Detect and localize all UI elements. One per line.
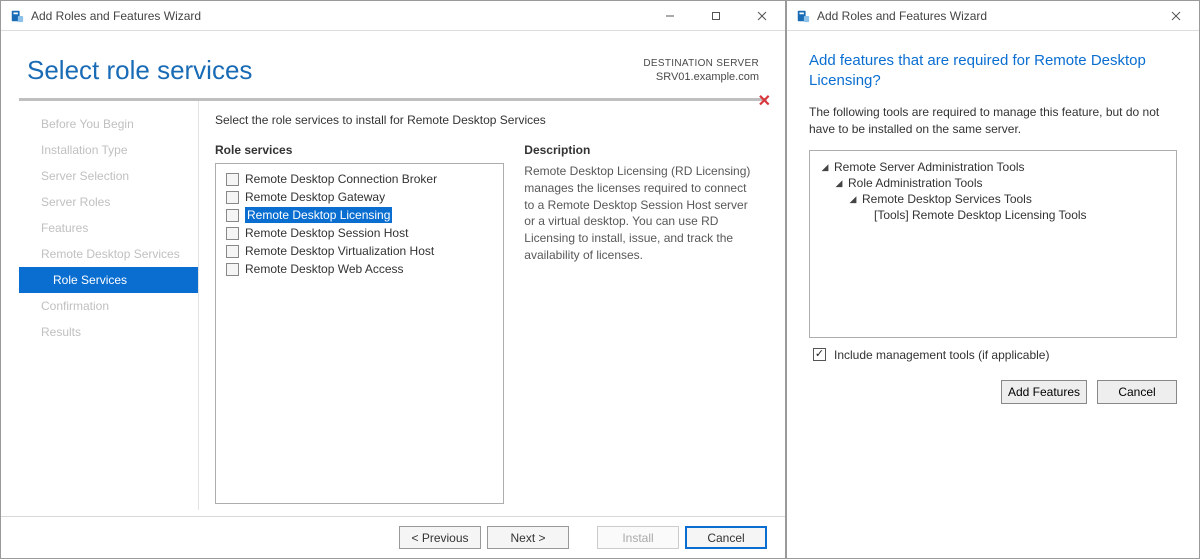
role-service-label: Remote Desktop Virtualization Host (245, 243, 434, 259)
expander-icon[interactable]: ◢ (834, 175, 844, 191)
error-x-icon: ✕ (758, 91, 771, 111)
close-button[interactable] (739, 1, 785, 31)
tree-node[interactable]: ◢Remote Server Administration Tools (820, 159, 1166, 175)
main-window-title: Add Roles and Features Wizard (31, 9, 647, 23)
checkbox[interactable] (226, 209, 239, 222)
role-service-item[interactable]: Remote Desktop Web Access (224, 260, 495, 278)
role-service-label: Remote Desktop Connection Broker (245, 171, 437, 187)
sidebar-item[interactable]: Before You Begin (19, 111, 198, 137)
cancel-button[interactable]: Cancel (685, 526, 767, 549)
description-heading: Description (524, 143, 761, 157)
sidebar-item[interactable]: Remote Desktop Services (19, 241, 198, 267)
maximize-button[interactable] (693, 1, 739, 31)
role-service-item[interactable]: Remote Desktop Licensing (224, 206, 495, 224)
checkbox[interactable] (226, 173, 239, 186)
role-service-item[interactable]: Remote Desktop Connection Broker (224, 170, 495, 188)
app-icon (795, 8, 811, 24)
sidebar-item[interactable]: Role Services (19, 267, 198, 293)
minimize-button[interactable] (647, 1, 693, 31)
role-service-label: Remote Desktop Session Host (245, 225, 408, 241)
expander-icon[interactable]: ◢ (848, 191, 858, 207)
destination-label: DESTINATION SERVER (643, 57, 759, 70)
add-features-dialog: Add Roles and Features Wizard Add featur… (786, 0, 1200, 559)
role-service-label: Remote Desktop Licensing (245, 207, 392, 223)
checkbox[interactable] (226, 227, 239, 240)
sidebar-item[interactable]: Confirmation (19, 293, 198, 319)
previous-button[interactable]: < Previous (399, 526, 481, 549)
checkbox[interactable] (226, 263, 239, 276)
sidebar-item[interactable]: Installation Type (19, 137, 198, 163)
tree-node-label: Remote Desktop Services Tools (862, 191, 1032, 207)
app-icon (9, 8, 25, 24)
role-service-item[interactable]: Remote Desktop Gateway (224, 188, 495, 206)
description-text: Remote Desktop Licensing (RD Licensing) … (524, 163, 761, 264)
window-controls (647, 1, 785, 31)
expander-icon[interactable]: ◢ (820, 159, 830, 175)
wizard-sidebar: Before You BeginInstallation TypeServer … (19, 101, 199, 510)
include-tools-label: Include management tools (if applicable) (834, 348, 1049, 362)
page-title: Select role services (27, 55, 643, 86)
dialog-paragraph: The following tools are required to mana… (809, 104, 1177, 138)
sidebar-item[interactable]: Results (19, 319, 198, 345)
add-features-button[interactable]: Add Features (1001, 380, 1087, 404)
sidebar-item[interactable]: Server Selection (19, 163, 198, 189)
include-tools-row[interactable]: ✓ Include management tools (if applicabl… (813, 348, 1177, 362)
checkbox[interactable] (226, 191, 239, 204)
role-service-item[interactable]: Remote Desktop Session Host (224, 224, 495, 242)
roles-heading: Role services (215, 143, 504, 157)
wizard-footer: < Previous Next > Install Cancel (1, 516, 785, 558)
instruction-text: Select the role services to install for … (215, 113, 761, 127)
dialog-titlebar[interactable]: Add Roles and Features Wizard (787, 1, 1199, 31)
dialog-window-title: Add Roles and Features Wizard (817, 9, 1153, 23)
dialog-heading: Add features that are required for Remot… (809, 51, 1177, 90)
next-button[interactable]: Next > (487, 526, 569, 549)
checkbox[interactable] (226, 245, 239, 258)
role-service-label: Remote Desktop Web Access (245, 261, 404, 277)
dialog-cancel-button[interactable]: Cancel (1097, 380, 1177, 404)
main-titlebar[interactable]: Add Roles and Features Wizard (1, 1, 785, 31)
destination-block: DESTINATION SERVER SRV01.example.com (643, 55, 759, 84)
tree-node[interactable]: [Tools] Remote Desktop Licensing Tools (820, 207, 1166, 223)
destination-server: SRV01.example.com (643, 70, 759, 84)
tree-node-label: Role Administration Tools (848, 175, 983, 191)
install-button: Install (597, 526, 679, 549)
wizard-main-window: Add Roles and Features Wizard Select rol… (0, 0, 786, 559)
role-service-item[interactable]: Remote Desktop Virtualization Host (224, 242, 495, 260)
tree-node[interactable]: ◢Remote Desktop Services Tools (820, 191, 1166, 207)
sidebar-item[interactable]: Features (19, 215, 198, 241)
include-tools-checkbox[interactable]: ✓ (813, 348, 826, 361)
features-tree[interactable]: ◢Remote Server Administration Tools◢Role… (809, 150, 1177, 338)
role-service-label: Remote Desktop Gateway (245, 189, 385, 205)
tree-node-label: Remote Server Administration Tools (834, 159, 1025, 175)
header-rule: ✕ (19, 98, 767, 101)
tree-node[interactable]: ◢Role Administration Tools (820, 175, 1166, 191)
tree-node-label: [Tools] Remote Desktop Licensing Tools (874, 207, 1087, 223)
sidebar-item[interactable]: Server Roles (19, 189, 198, 215)
role-services-listbox[interactable]: Remote Desktop Connection Broker Remote D… (215, 163, 504, 504)
dialog-close-button[interactable] (1153, 1, 1199, 31)
